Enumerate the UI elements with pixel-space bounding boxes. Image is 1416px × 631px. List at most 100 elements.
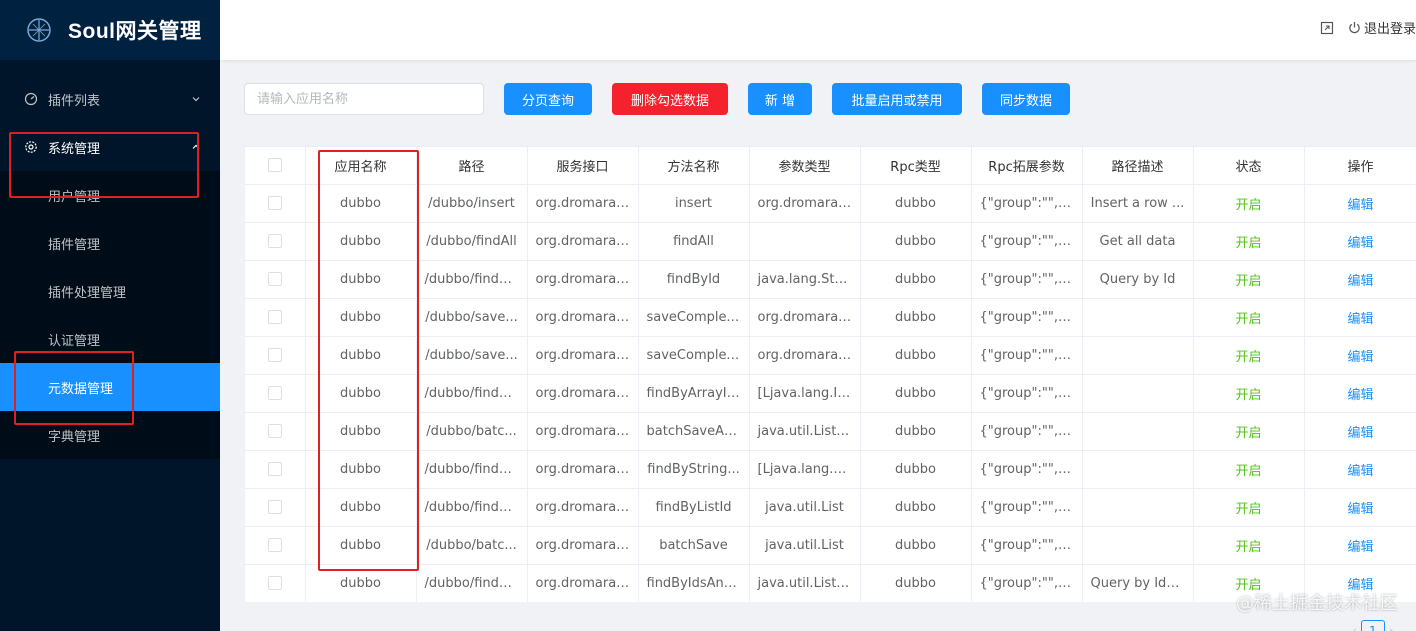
row-checkbox[interactable] bbox=[267, 272, 282, 286]
cell-path: /dubbo/batc... bbox=[416, 526, 528, 565]
cell-path: /dubbo/findAll bbox=[416, 222, 528, 261]
cell-method: batchSave bbox=[638, 526, 750, 565]
row-checkbox[interactable] bbox=[267, 386, 282, 400]
sidebar-item-label: 系统管理 bbox=[48, 141, 101, 157]
row-checkbox[interactable] bbox=[267, 348, 282, 362]
cell-method: findByIdsAnd... bbox=[638, 564, 750, 602]
cell-app: dubbo bbox=[305, 298, 417, 337]
cell-ext: {"group":"","v... bbox=[971, 374, 1083, 413]
batch-toggle-button[interactable]: 批量启用或禁用 bbox=[832, 83, 962, 115]
row-checkbox-cell[interactable] bbox=[245, 450, 306, 489]
sidebar-item-label: 认证管理 bbox=[48, 333, 101, 349]
edit-link[interactable]: 编辑 bbox=[1304, 374, 1416, 413]
cell-method: findByArrayId... bbox=[638, 374, 750, 413]
sidebar-item-dictionary[interactable]: 字典管理 bbox=[0, 411, 220, 459]
edit-link[interactable]: 编辑 bbox=[1304, 488, 1416, 527]
sidebar-item-plugins[interactable]: 插件管理 bbox=[0, 219, 220, 267]
sidebar-item-auth[interactable]: 认证管理 bbox=[0, 315, 220, 363]
chevron-down-icon bbox=[192, 97, 200, 102]
cell-path: /dubbo/save... bbox=[416, 336, 528, 375]
logout-button[interactable]: 退出登录 bbox=[1348, 18, 1416, 37]
select-all-checkbox-cell[interactable] bbox=[245, 147, 306, 185]
table-row: dubbo/dubbo/save... org.dromara.... saveCo… bbox=[245, 336, 1416, 375]
cell-method: findById bbox=[638, 260, 750, 299]
cell-params: java.lang.String bbox=[749, 260, 861, 299]
table-body: dubbo/dubbo/insert org.dromara.... insert o… bbox=[245, 184, 1416, 602]
column-header: 路径 bbox=[416, 147, 528, 185]
row-checkbox[interactable] bbox=[267, 424, 282, 438]
column-header: 操作 bbox=[1304, 147, 1416, 185]
app-name-search-input[interactable] bbox=[244, 83, 484, 115]
edit-link[interactable]: 编辑 bbox=[1304, 336, 1416, 375]
cell-desc bbox=[1082, 412, 1194, 451]
metadata-table: 应用名称 路径 服务接口 方法名称 参数类型 Rpc类型 Rpc拓展参数 路径描… bbox=[244, 146, 1416, 602]
row-checkbox[interactable] bbox=[267, 462, 282, 476]
edit-link[interactable]: 编辑 bbox=[1304, 222, 1416, 261]
next-page-icon[interactable]: › bbox=[1389, 624, 1394, 631]
row-checkbox-cell[interactable] bbox=[245, 184, 306, 223]
cell-app: dubbo bbox=[305, 488, 417, 527]
sidebar-item-users[interactable]: 用户管理 bbox=[0, 171, 220, 219]
cell-rpc: dubbo bbox=[860, 412, 972, 451]
row-checkbox[interactable] bbox=[267, 234, 282, 248]
row-checkbox[interactable] bbox=[267, 538, 282, 552]
edit-link[interactable]: 编辑 bbox=[1304, 526, 1416, 565]
row-checkbox-cell[interactable] bbox=[245, 260, 306, 299]
sidebar-item-plugin-handle[interactable]: 插件处理管理 bbox=[0, 267, 220, 315]
cell-desc: Get all data bbox=[1082, 222, 1194, 261]
row-checkbox-cell[interactable] bbox=[245, 374, 306, 413]
cell-desc bbox=[1082, 336, 1194, 375]
cell-ext: {"group":"","v... bbox=[971, 184, 1083, 223]
row-checkbox[interactable] bbox=[267, 576, 282, 590]
row-checkbox[interactable] bbox=[267, 500, 282, 514]
cell-ext: {"group":"","v... bbox=[971, 450, 1083, 489]
chevron-up-icon bbox=[192, 144, 200, 149]
cell-path: /dubbo/findB... bbox=[416, 488, 528, 527]
edit-link[interactable]: 编辑 bbox=[1304, 260, 1416, 299]
cell-service: org.dromara.... bbox=[527, 336, 639, 375]
status-badge: 开启 bbox=[1193, 412, 1305, 451]
cell-rpc: dubbo bbox=[860, 298, 972, 337]
row-checkbox-cell[interactable] bbox=[245, 298, 306, 337]
delete-selected-button[interactable]: 删除勾选数据 bbox=[612, 83, 728, 115]
row-checkbox[interactable] bbox=[267, 310, 282, 324]
edit-link[interactable]: 编辑 bbox=[1304, 184, 1416, 223]
cell-ext: {"group":"","v... bbox=[971, 488, 1083, 527]
row-checkbox[interactable] bbox=[267, 196, 282, 210]
cell-method: findByString... bbox=[638, 450, 750, 489]
cell-method: batchSaveAn... bbox=[638, 412, 750, 451]
column-header: 服务接口 bbox=[527, 147, 639, 185]
row-checkbox-cell[interactable] bbox=[245, 222, 306, 261]
sidebar-item-metadata[interactable]: 元数据管理 bbox=[0, 363, 220, 411]
query-button[interactable]: 分页查询 bbox=[504, 83, 592, 115]
cell-service: org.dromara.... bbox=[527, 222, 639, 261]
cell-desc bbox=[1082, 450, 1194, 489]
cell-rpc: dubbo bbox=[860, 260, 972, 299]
prev-page-icon[interactable]: ‹ bbox=[1352, 624, 1357, 631]
cell-method: findByListId bbox=[638, 488, 750, 527]
cell-service: org.dromara.... bbox=[527, 450, 639, 489]
status-badge: 开启 bbox=[1193, 222, 1305, 261]
cell-desc bbox=[1082, 526, 1194, 565]
sidebar-item-plugin-list[interactable]: 插件列表 bbox=[0, 75, 220, 123]
table-row: dubbo/dubbo/save... org.dromara.... saveCo… bbox=[245, 298, 1416, 337]
status-badge: 开启 bbox=[1193, 374, 1305, 413]
cell-app: dubbo bbox=[305, 564, 417, 602]
sidebar-item-system[interactable]: 系统管理 bbox=[0, 123, 220, 171]
edit-link[interactable]: 编辑 bbox=[1304, 412, 1416, 451]
edit-link[interactable]: 编辑 bbox=[1304, 450, 1416, 489]
select-all-checkbox[interactable] bbox=[267, 158, 282, 173]
edit-link[interactable]: 编辑 bbox=[1304, 298, 1416, 337]
row-checkbox-cell[interactable] bbox=[245, 336, 306, 375]
row-checkbox-cell[interactable] bbox=[245, 564, 306, 602]
row-checkbox-cell[interactable] bbox=[245, 412, 306, 451]
sync-button[interactable]: 同步数据 bbox=[982, 83, 1070, 115]
add-button[interactable]: 新 增 bbox=[748, 83, 812, 115]
page-number[interactable]: 1 bbox=[1360, 620, 1385, 631]
cell-params: org.dromara.... bbox=[749, 336, 861, 375]
export-icon[interactable] bbox=[1320, 21, 1334, 35]
row-checkbox-cell[interactable] bbox=[245, 488, 306, 527]
column-header: 方法名称 bbox=[638, 147, 750, 185]
row-checkbox-cell[interactable] bbox=[245, 526, 306, 565]
table-row: dubbo/dubbo/insert org.dromara.... insert o… bbox=[245, 184, 1416, 223]
